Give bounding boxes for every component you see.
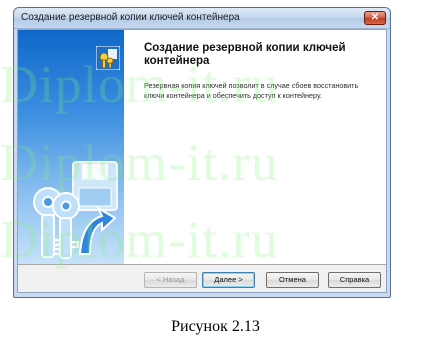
- arrow-up-icon: [78, 205, 117, 255]
- wizard-body: Создание резервной копии ключей контейне…: [17, 29, 387, 293]
- window-title: Создание резервной копии ключей контейне…: [21, 12, 240, 23]
- button-bar: < Назад Далее > Отмена Справка: [18, 264, 386, 292]
- key-backup-icon: [96, 46, 120, 70]
- help-button[interactable]: Справка: [328, 272, 381, 288]
- title-bar[interactable]: Создание резервной копии ключей контейне…: [14, 8, 390, 29]
- wizard-content: Создание резервной копии ключей контейне…: [96, 30, 386, 265]
- keys-icon: [33, 187, 80, 259]
- figure-caption: Рисунок 2.13: [171, 318, 260, 335]
- close-icon: ✕: [370, 12, 380, 23]
- wizard-window: Создание резервной копии ключей контейне…: [13, 7, 391, 298]
- wizard-description: Резервная копия ключей позволит в случае…: [144, 81, 359, 100]
- back-button[interactable]: < Назад: [144, 272, 197, 288]
- next-button[interactable]: Далее >: [202, 272, 255, 288]
- cancel-button[interactable]: Отмена: [266, 272, 319, 288]
- wizard-heading: Создание резервной копии ключей контейне…: [144, 42, 346, 67]
- close-button[interactable]: ✕: [364, 11, 386, 25]
